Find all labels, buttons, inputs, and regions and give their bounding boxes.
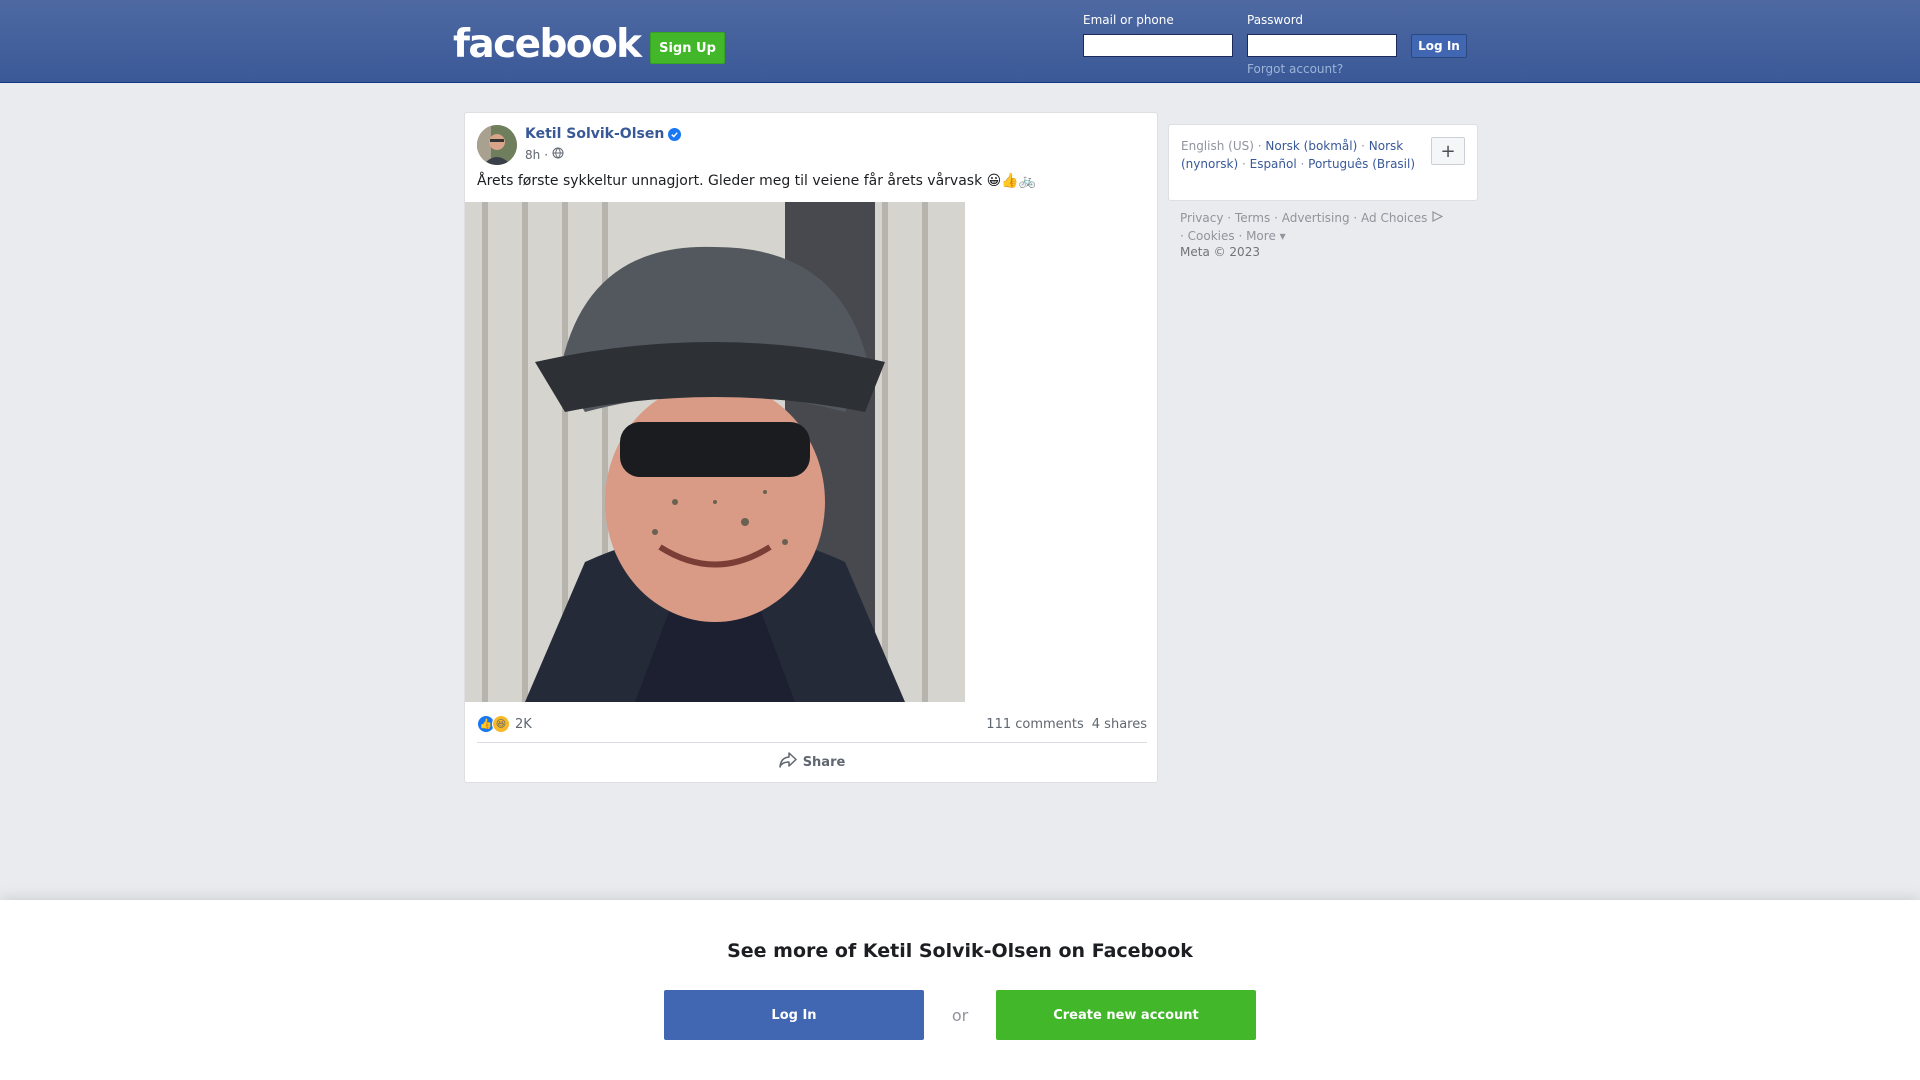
login-banner: See more of Ketil Solvik-Olsen on Facebo… — [0, 900, 1920, 1080]
share-label: Share — [802, 754, 846, 770]
sign-up-button[interactable]: Sign Up — [650, 32, 725, 64]
banner-or-text: or — [951, 1005, 969, 1025]
shares-count[interactable]: 4 shares — [1092, 717, 1147, 732]
post-text: Årets første sykkeltur unnagjort. Gleder… — [477, 173, 1037, 189]
footer-link-privacy[interactable]: Privacy — [1180, 211, 1223, 225]
stats-divider — [477, 742, 1147, 743]
language-list: English (US) · Norsk (bokmål) · Norsk (n… — [1181, 139, 1416, 171]
post-photo[interactable] — [465, 202, 965, 702]
top-bar: facebook Sign Up Email or phone Password… — [0, 0, 1920, 83]
share-button[interactable]: Share — [477, 745, 1147, 779]
language-current: English (US) — [1181, 139, 1254, 153]
engagement-counts: 111 comments 4 shares — [986, 717, 1147, 732]
password-field[interactable] — [1247, 34, 1397, 57]
create-account-button[interactable]: Create new account — [996, 990, 1256, 1040]
verified-badge-icon — [668, 127, 682, 141]
post-time[interactable]: 8h — [525, 148, 540, 162]
language-selector: English (US) · Norsk (bokmål) · Norsk (n… — [1168, 124, 1478, 201]
author-name[interactable]: Ketil Solvik-Olsen — [525, 126, 664, 142]
avatar[interactable] — [477, 125, 517, 165]
share-icon — [778, 752, 797, 772]
banner-title: See more of Ketil Solvik-Olsen on Facebo… — [727, 940, 1193, 962]
globe-icon — [552, 147, 564, 162]
footer-link-terms[interactable]: Terms — [1235, 211, 1270, 225]
copyright: Meta © 2023 — [1180, 245, 1260, 259]
banner-log-in-button[interactable]: Log In — [664, 990, 924, 1040]
footer-links: Privacy · Terms · Advertising · Ad Choic… — [1180, 209, 1480, 245]
footer-link-ad-choices[interactable]: Ad Choices — [1361, 211, 1427, 225]
post-stats: 👍 😆 2K 111 comments 4 shares — [477, 713, 1147, 735]
haha-reaction-icon[interactable]: 😆 — [492, 715, 510, 733]
password-label: Password — [1247, 13, 1304, 27]
footer-link-cookies[interactable]: Cookies — [1188, 229, 1235, 243]
reaction-count[interactable]: 2K — [515, 717, 532, 732]
log-in-button[interactable]: Log In — [1411, 34, 1467, 58]
facebook-logo[interactable]: facebook — [453, 22, 642, 67]
post-meta: 8h · — [525, 147, 564, 162]
email-label: Email or phone — [1083, 13, 1174, 27]
email-field[interactable] — [1083, 34, 1233, 57]
chevron-down-icon: ▾ — [1275, 229, 1286, 243]
language-item-espanol[interactable]: Español — [1250, 157, 1297, 171]
footer-link-more[interactable]: More — [1246, 229, 1276, 243]
post-card: Ketil Solvik-Olsen 8h · Årets første syk… — [464, 112, 1158, 783]
comments-count[interactable]: 111 comments — [986, 717, 1083, 732]
meta-separator: · — [544, 147, 549, 162]
language-item-portugues[interactable]: Português (Brasil) — [1308, 157, 1415, 171]
ad-choices-icon — [1427, 211, 1444, 225]
post-author[interactable]: Ketil Solvik-Olsen — [525, 126, 682, 142]
language-item-norsk-bokmal[interactable]: Norsk (bokmål) — [1265, 139, 1357, 153]
forgot-account-link[interactable]: Forgot account? — [1247, 62, 1343, 76]
footer-link-advertising[interactable]: Advertising — [1282, 211, 1350, 225]
more-languages-button[interactable]: + — [1431, 137, 1465, 165]
